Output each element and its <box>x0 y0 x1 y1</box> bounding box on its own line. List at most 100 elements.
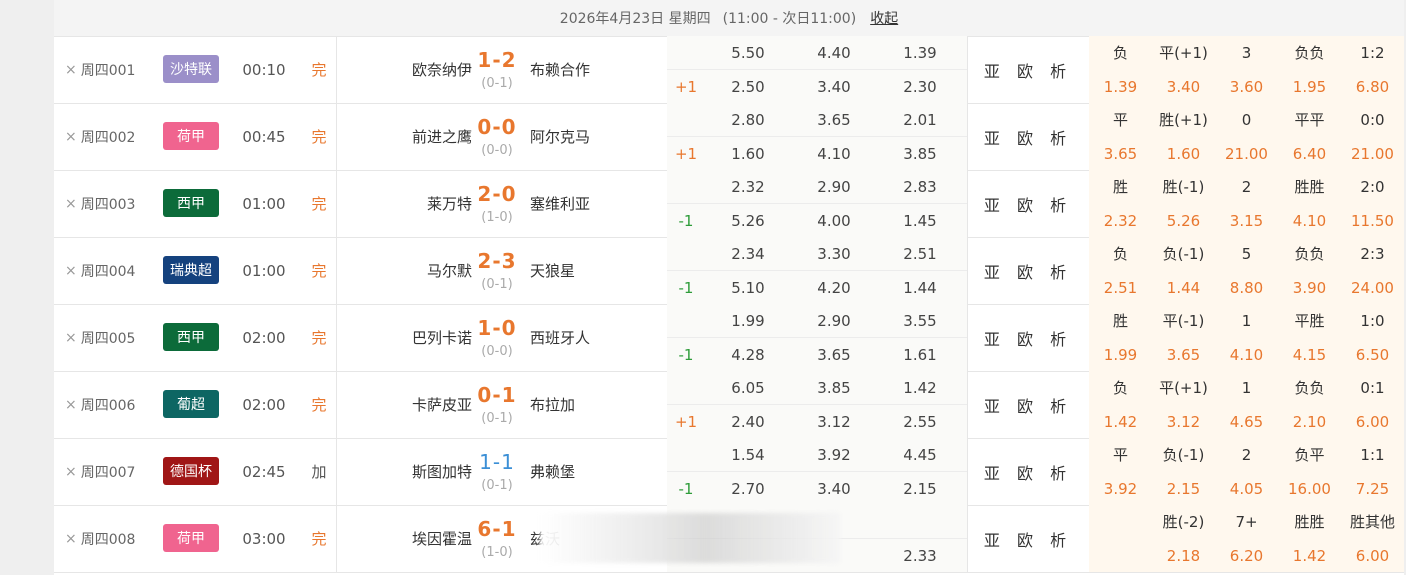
odds-loss[interactable]: 2.51 <box>877 245 963 263</box>
handicap-odds-loss[interactable]: 2.55 <box>877 413 963 431</box>
odds-cell: 1.54 3.92 4.45 -1 2.70 3.40 2.15 <box>667 438 968 505</box>
close-icon[interactable]: × <box>65 263 77 279</box>
handicap-odds-win[interactable]: 5.10 <box>705 279 791 297</box>
handicap-value: +1 <box>674 77 698 96</box>
away-team[interactable]: 塞维利亚 <box>530 170 590 237</box>
handicap-odds-draw[interactable]: 3.40 <box>791 78 877 96</box>
analysis-link[interactable]: 亚 欧 析 <box>967 505 1090 572</box>
close-icon[interactable]: × <box>65 397 77 413</box>
odds-draw[interactable]: 3.85 <box>791 379 877 397</box>
handicap-odds-draw[interactable]: 3.65 <box>791 346 877 364</box>
away-team[interactable]: 阿尔克马 <box>530 103 590 170</box>
handicap-odds-win[interactable]: 5.26 <box>705 212 791 230</box>
odds-draw[interactable]: 3.65 <box>791 111 877 129</box>
result-value: 3.90 <box>1292 278 1327 297</box>
close-icon[interactable]: × <box>65 62 77 78</box>
odds-loss[interactable]: 2.01 <box>877 111 963 129</box>
away-team[interactable]: 西班牙人 <box>530 304 590 371</box>
result-value: 8.80 <box>1229 278 1264 297</box>
handicap-odds-loss[interactable]: 1.45 <box>877 212 963 230</box>
handicap-odds-draw[interactable]: 3.12 <box>791 413 877 431</box>
odds-draw[interactable]: 3.30 <box>791 245 877 263</box>
result-values: 2.32 5.26 3.15 4.10 11.50 <box>1089 204 1404 237</box>
full-time-score: 1-0 <box>477 316 517 340</box>
home-team[interactable]: 前进之鹰 <box>412 103 472 170</box>
away-team[interactable]: 弗赖堡 <box>530 438 575 505</box>
odds-loss[interactable]: 1.39 <box>877 44 963 62</box>
result-label: 5 <box>1241 244 1252 263</box>
analysis-link[interactable]: 亚 欧 析 <box>967 371 1090 438</box>
handicap-odds-win[interactable]: 4.28 <box>705 346 791 364</box>
handicap-odds-loss[interactable]: 2.30 <box>877 78 963 96</box>
collapse-link[interactable]: 收起 <box>870 8 898 28</box>
home-team[interactable]: 埃因霍温 <box>412 505 472 572</box>
result-value: 11.50 <box>1351 211 1394 230</box>
analysis-link[interactable]: 亚 欧 析 <box>967 103 1090 170</box>
home-team[interactable]: 巴列卡诺 <box>412 304 472 371</box>
odds-draw[interactable]: 4.40 <box>791 44 877 62</box>
away-team[interactable]: 布拉加 <box>530 371 575 438</box>
handicap-odds-draw[interactable]: 4.20 <box>791 279 877 297</box>
analysis-link[interactable]: 亚 欧 析 <box>967 438 1090 505</box>
match-number-cell: × 周四004 <box>54 237 164 304</box>
odds-loss[interactable]: 3.55 <box>877 312 963 330</box>
odds-win[interactable]: 6.05 <box>705 379 791 397</box>
handicap-odds-draw[interactable]: 3.40 <box>791 480 877 498</box>
odds-loss[interactable]: 1.42 <box>877 379 963 397</box>
time-range: (11:00 - 次日11:00) <box>722 11 857 27</box>
handicap-odds-loss[interactable]: 2.15 <box>877 480 963 498</box>
close-icon[interactable]: × <box>65 531 77 547</box>
away-team[interactable]: 布赖合作 <box>530 36 590 103</box>
league-badge[interactable]: 荷甲 <box>163 122 219 150</box>
odds-win[interactable]: 2.32 <box>705 178 791 196</box>
away-team[interactable]: 天狼星 <box>530 237 575 304</box>
handicap-odds-win[interactable]: 1.60 <box>705 145 791 163</box>
analysis-link[interactable]: 亚 欧 析 <box>967 237 1090 304</box>
analysis-link[interactable]: 亚 欧 析 <box>967 304 1090 371</box>
odds-win[interactable]: 5.50 <box>705 44 791 62</box>
league-badge[interactable]: 瑞典超 <box>163 256 219 284</box>
odds-loss[interactable]: 2.83 <box>877 178 963 196</box>
date-header: 2026年4月23日 星期四 (11:00 - 次日11:00) 收起 <box>54 0 1404 37</box>
odds-win[interactable]: 1.54 <box>705 446 791 464</box>
handicap-odds-loss[interactable]: 1.61 <box>877 346 963 364</box>
handicap-odds-win[interactable]: 2.70 <box>705 480 791 498</box>
handicap-odds-loss[interactable]: 3.85 <box>877 145 963 163</box>
home-team[interactable]: 马尔默 <box>427 237 472 304</box>
close-icon[interactable]: × <box>65 196 77 212</box>
handicap-odds-draw[interactable]: 4.10 <box>791 145 877 163</box>
league-badge[interactable]: 西甲 <box>163 323 219 351</box>
result-value: 3.15 <box>1229 211 1264 230</box>
result-values: 1.99 3.65 4.10 4.15 6.50 <box>1089 338 1404 371</box>
home-team[interactable]: 欧奈纳伊 <box>412 36 472 103</box>
close-icon[interactable]: × <box>65 464 77 480</box>
result-value: 3.65 <box>1166 345 1201 364</box>
analysis-link[interactable]: 亚 欧 析 <box>967 36 1090 103</box>
odds-loss[interactable]: 4.45 <box>877 446 963 464</box>
home-team[interactable]: 卡萨皮亚 <box>412 371 472 438</box>
handicap-odds-draw[interactable]: 4.00 <box>791 212 877 230</box>
close-icon[interactable]: × <box>65 330 77 346</box>
handicap-odds-loss[interactable]: 2.33 <box>877 547 963 565</box>
analysis-link[interactable]: 亚 欧 析 <box>967 170 1090 237</box>
home-team[interactable]: 斯图加特 <box>412 438 472 505</box>
handicap-value: -1 <box>678 211 694 230</box>
league-badge[interactable]: 葡超 <box>163 390 219 418</box>
league-badge[interactable]: 德国杯 <box>163 457 219 485</box>
handicap-odds-loss[interactable]: 1.44 <box>877 279 963 297</box>
odds-win[interactable]: 2.34 <box>705 245 791 263</box>
handicap-odds-win[interactable]: 2.50 <box>705 78 791 96</box>
close-icon[interactable]: × <box>65 129 77 145</box>
odds-win[interactable]: 1.99 <box>705 312 791 330</box>
league-badge[interactable]: 西甲 <box>163 189 219 217</box>
odds-draw[interactable]: 3.92 <box>791 446 877 464</box>
league-badge[interactable]: 荷甲 <box>163 524 219 552</box>
odds-draw[interactable]: 2.90 <box>791 178 877 196</box>
league-badge[interactable]: 沙特联 <box>163 55 219 83</box>
odds-win[interactable]: 2.80 <box>705 111 791 129</box>
full-time-score: 2-3 <box>477 249 517 273</box>
handicap-odds-win[interactable]: 2.40 <box>705 413 791 431</box>
home-team[interactable]: 莱万特 <box>427 170 472 237</box>
odds-draw[interactable]: 2.90 <box>791 312 877 330</box>
half-time-score: (1-0) <box>481 210 513 225</box>
